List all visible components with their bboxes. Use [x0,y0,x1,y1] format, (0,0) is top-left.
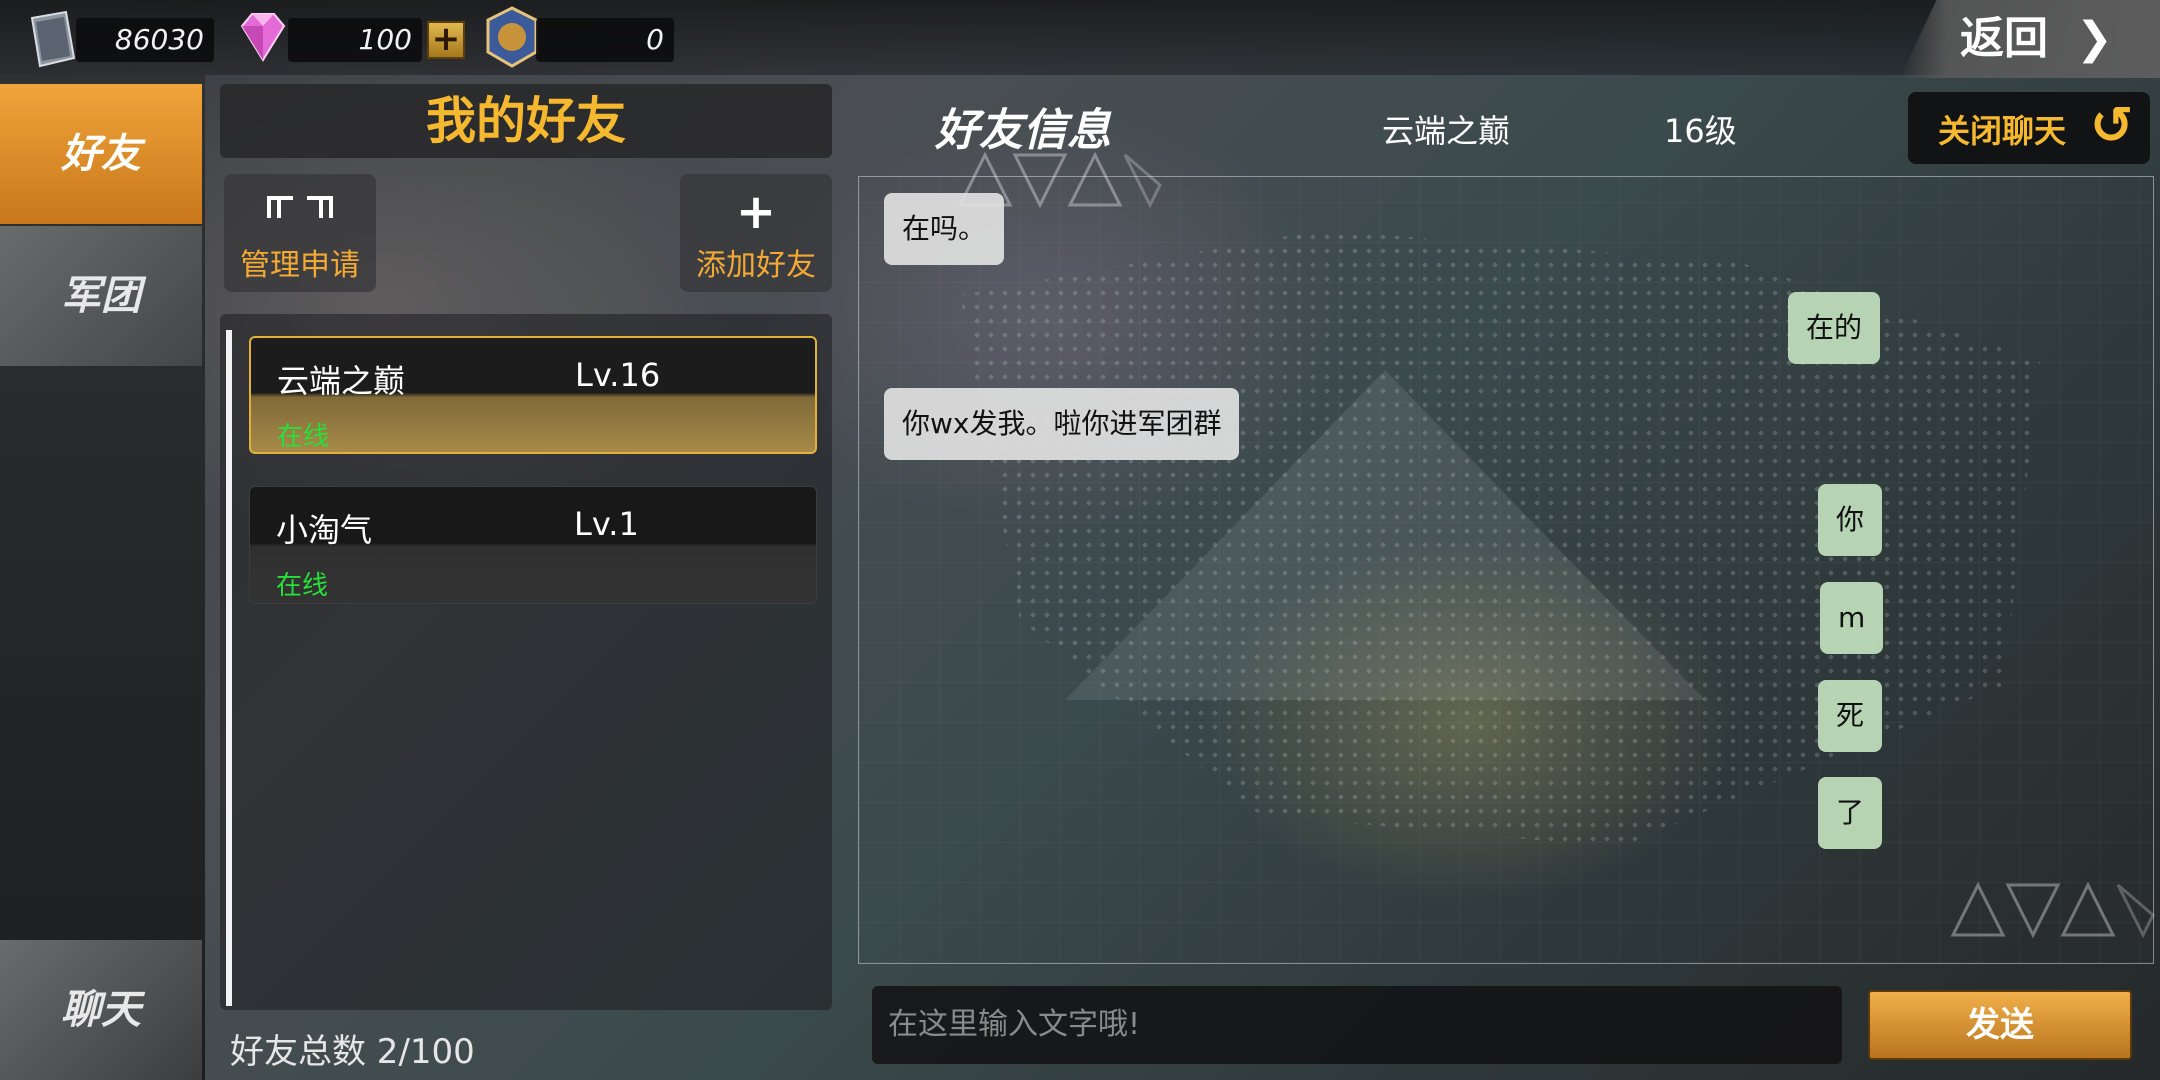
back-label[interactable]: 返回 [1960,10,2070,68]
chat-input[interactable]: 在这里输入文字哦! [872,986,1842,1064]
add-friend-icon: + [735,184,777,240]
chat-message-sent: 你 [1818,484,1883,556]
manage-requests-label: 管理申请 [240,248,360,283]
add-friend-button[interactable]: + 添加好友 [680,174,832,292]
medal-value: 0 [646,23,664,56]
chat-header-title: 好友信息 [935,105,1111,156]
silver-value: 86030 [114,23,204,56]
chat-friend-level: 16级 [1664,112,1737,150]
manage-requests-button[interactable]: 管理申请 [224,174,376,292]
tab-friends[interactable]: 好友 [0,84,202,224]
close-chat-label: 关闭聊天 [1938,112,2067,150]
corner-triangles-icon [1948,880,2158,940]
gem-value: 100 [358,23,412,56]
medal-resource-box: 0 [536,18,674,62]
add-friend-label: 添加好友 [696,248,816,283]
friend-level: Lv.16 [575,356,661,394]
chevron-right-icon[interactable]: ❯ [2076,16,2126,62]
close-chat-button[interactable]: 关闭聊天 ↺ [1908,92,2150,164]
close-chat-icon: ↺ [2090,96,2134,156]
chat-message-received: 在吗。 [884,193,1005,265]
gem-resource-box: 100 [288,18,422,62]
friend-count: 好友总数 2/100 [230,1032,475,1072]
add-gems-button[interactable]: + [427,21,465,59]
friend-name: 云端之巅 [277,362,406,400]
chat-message-sent: 了 [1818,777,1883,849]
manage-requests-icon [224,184,376,240]
gem-icon [232,6,294,68]
friend-item[interactable]: 云端之巅 Lv.16 在线 [249,336,817,454]
chat-friend-name: 云端之巅 [1382,112,1511,150]
friend-status: 在线 [276,571,329,601]
chat-message-sent: 在的 [1788,292,1881,364]
friend-level: Lv.1 [574,505,639,543]
chat-message-received: 你wx发我。啦你进军团群 [884,388,1240,460]
send-button[interactable]: 发送 [1868,990,2132,1060]
friend-status: 在线 [277,422,330,452]
friend-list-scrollbar[interactable] [226,330,232,1006]
chat-message-sent: m [1820,582,1884,654]
tab-chat[interactable]: 聊天 [0,940,202,1080]
chat-message-sent: 死 [1818,680,1883,752]
book-icon [26,10,80,68]
silver-resource-box: 86030 [76,18,214,62]
tab-legion[interactable]: 军团 [0,226,202,366]
plus-icon: + [431,19,461,59]
friends-panel-title: 我的好友 [220,84,832,158]
friend-name: 小淘气 [276,511,373,549]
medal-icon [482,6,542,68]
friend-item[interactable]: 小淘气 Lv.1 在线 [249,486,817,604]
